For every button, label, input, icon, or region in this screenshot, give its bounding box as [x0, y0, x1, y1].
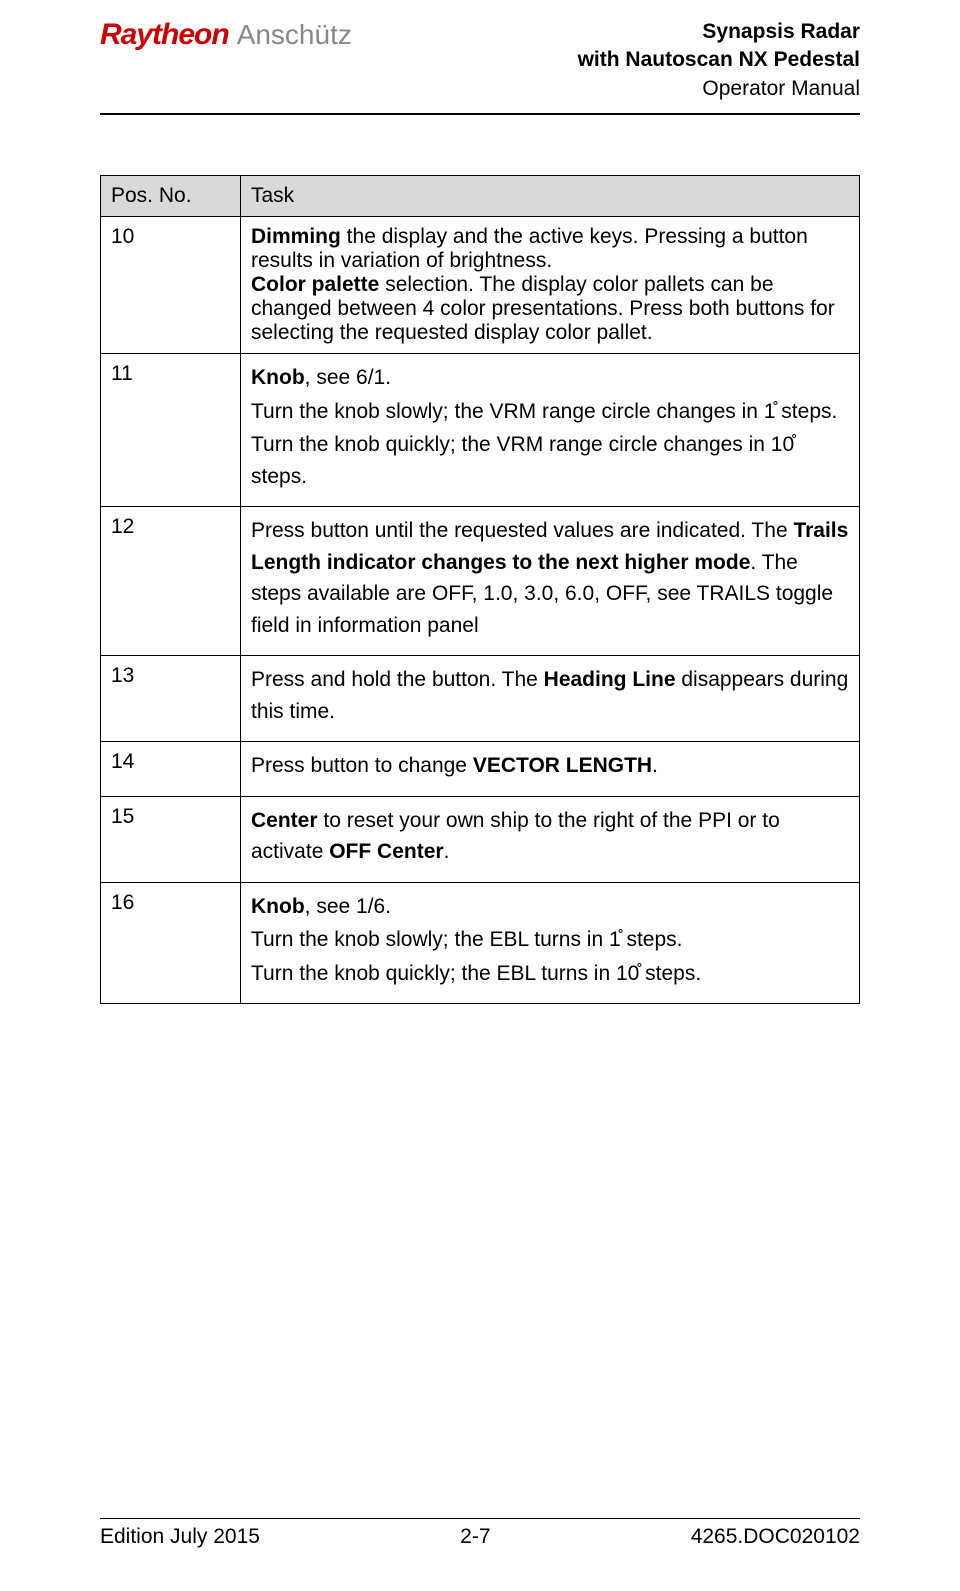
logo-brand: Raytheon: [100, 18, 229, 52]
tasks-table: Pos. No. Task 10Dimming the display and …: [100, 175, 860, 1004]
task-cell: Dimming the display and the active keys.…: [241, 217, 860, 354]
table-row: 13Press and hold the button. The Heading…: [101, 656, 860, 742]
pos-cell: 10: [101, 217, 241, 354]
table-header-row: Pos. No. Task: [101, 176, 860, 217]
pos-cell: 12: [101, 507, 241, 656]
task-cell: Press button to change VECTOR LENGTH.: [241, 742, 860, 797]
col-header-pos: Pos. No.: [101, 176, 241, 217]
pos-cell: 11: [101, 354, 241, 507]
table-row: 11Knob, see 6/1.Turn the knob slowly; th…: [101, 354, 860, 507]
logo-block: Raytheon Anschütz: [100, 18, 352, 52]
doc-title-line3: Operator Manual: [578, 75, 860, 103]
footer-right: 4265.DOC020102: [691, 1525, 860, 1549]
page-footer: Edition July 2015 2-7 4265.DOC020102: [100, 1518, 860, 1549]
doc-title-line1: Synapsis Radar: [578, 18, 860, 46]
doc-title-block: Synapsis Radar with Nautoscan NX Pedesta…: [578, 18, 860, 103]
pos-cell: 16: [101, 882, 241, 1004]
table-row: 10Dimming the display and the active key…: [101, 217, 860, 354]
task-cell: Knob, see 1/6.Turn the knob slowly; the …: [241, 882, 860, 1004]
doc-title-line2: with Nautoscan NX Pedestal: [578, 46, 860, 74]
task-cell: Press and hold the button. The Heading L…: [241, 656, 860, 742]
page-header: Raytheon Anschütz Synapsis Radar with Na…: [100, 0, 860, 115]
logo-subbrand: Anschütz: [237, 19, 352, 51]
table-row: 14Press button to change VECTOR LENGTH.: [101, 742, 860, 797]
pos-cell: 14: [101, 742, 241, 797]
task-cell: Knob, see 6/1.Turn the knob slowly; the …: [241, 354, 860, 507]
pos-cell: 15: [101, 796, 241, 882]
table-row: 12Press button until the requested value…: [101, 507, 860, 656]
task-cell: Center to reset your own ship to the rig…: [241, 796, 860, 882]
footer-center: 2-7: [460, 1525, 490, 1549]
table-row: 15Center to reset your own ship to the r…: [101, 796, 860, 882]
footer-left: Edition July 2015: [100, 1525, 260, 1549]
task-cell: Press button until the requested values …: [241, 507, 860, 656]
content-area: Pos. No. Task 10Dimming the display and …: [0, 175, 960, 1004]
col-header-task: Task: [241, 176, 860, 217]
pos-cell: 13: [101, 656, 241, 742]
table-row: 16Knob, see 1/6.Turn the knob slowly; th…: [101, 882, 860, 1004]
